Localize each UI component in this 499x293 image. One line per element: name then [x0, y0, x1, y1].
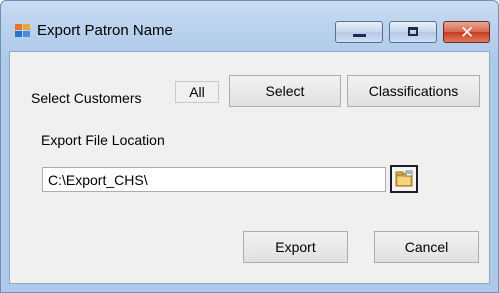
browse-folder-button[interactable] [390, 165, 418, 193]
minimize-button[interactable] [335, 21, 383, 43]
title-bar[interactable]: Export Patron Name ✕ [1, 1, 498, 51]
close-button[interactable]: ✕ [443, 21, 490, 43]
folder-browse-icon [395, 170, 413, 187]
window-title: Export Patron Name [37, 22, 173, 39]
export-path-input[interactable] [42, 167, 386, 192]
dialog-body: Select Customers All Select Classificati… [9, 51, 490, 284]
minimize-icon [353, 34, 366, 37]
app-icon [15, 24, 31, 38]
customer-selection-display: All [175, 81, 219, 103]
select-customers-label: Select Customers [31, 90, 142, 106]
classifications-button[interactable]: Classifications [347, 75, 480, 107]
maximize-icon [408, 27, 418, 36]
export-file-location-label: Export File Location [41, 132, 165, 148]
cancel-button[interactable]: Cancel [374, 231, 479, 263]
select-button[interactable]: Select [229, 75, 341, 107]
close-icon: ✕ [460, 23, 475, 43]
maximize-button[interactable] [389, 21, 437, 43]
export-patron-name-window: Export Patron Name ✕ Select Customers Al… [0, 0, 499, 293]
export-button[interactable]: Export [243, 231, 348, 263]
